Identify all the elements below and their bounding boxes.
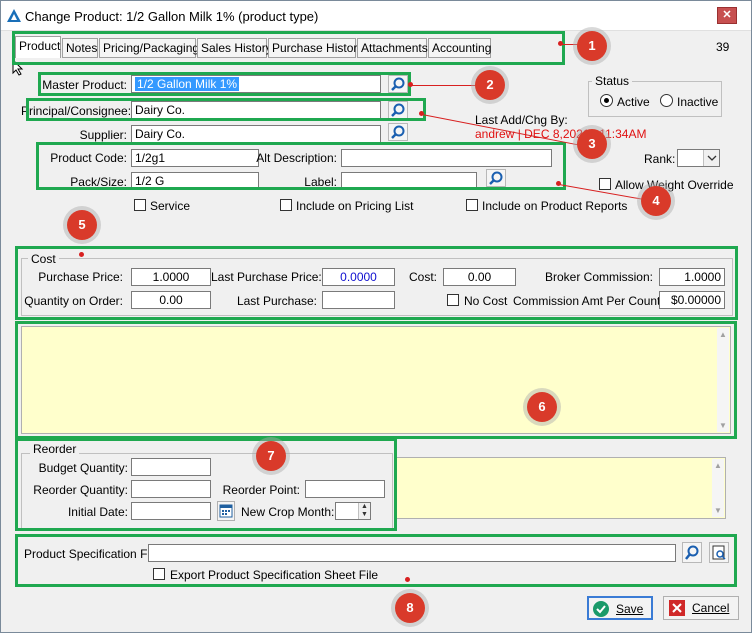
rank-label: Rank:	[644, 152, 676, 166]
highlight-reorder	[15, 438, 397, 531]
status-active-label: Active	[617, 95, 650, 109]
check-circle-icon	[593, 601, 609, 617]
badge-8: 8	[395, 593, 425, 623]
secondary-notes-textarea[interactable]: ▲ ▼	[396, 457, 726, 519]
rank-dropdown[interactable]	[677, 149, 720, 167]
status-active-radio[interactable]	[600, 94, 613, 107]
magnifier-icon	[391, 125, 405, 139]
status-inactive-radio[interactable]	[660, 94, 673, 107]
cancel-button[interactable]: Cancel	[663, 596, 739, 620]
status-inactive-label: Inactive	[677, 95, 719, 109]
include-pricing-checkbox[interactable]	[280, 199, 292, 211]
badge-4: 4	[641, 186, 671, 216]
close-button[interactable]: ✕	[717, 7, 737, 24]
dot-4	[556, 181, 561, 186]
include-reports-label: Include on Product Reports	[482, 199, 628, 213]
highlight-spec	[15, 534, 737, 587]
cancel-label: Cancel	[692, 601, 730, 615]
supplier-field[interactable]: Dairy Co.	[131, 125, 381, 143]
badge-7: 7	[256, 441, 286, 471]
dot-5	[79, 252, 84, 257]
dot-2	[408, 82, 413, 87]
chevron-down-icon	[703, 150, 719, 166]
badge-6: 6	[527, 392, 557, 422]
connector-2	[411, 85, 477, 86]
record-count: 39	[716, 40, 730, 54]
change-product-window: Change Product: 1/2 Gallon Milk 1% (prod…	[0, 0, 752, 633]
highlight-master-product	[38, 72, 411, 96]
dot-1	[558, 41, 563, 46]
highlight-tabs	[12, 31, 565, 65]
save-label: Save	[616, 602, 644, 616]
highlight-cost	[15, 246, 738, 320]
status-title: Status	[592, 74, 633, 88]
highlight-principal	[26, 98, 426, 121]
window-title: Change Product: 1/2 Gallon Milk 1% (prod…	[25, 9, 319, 24]
allow-weight-override-label: Allow Weight Override	[615, 178, 734, 192]
scroll-down-icon: ▼	[714, 506, 722, 515]
dot-3	[419, 111, 424, 116]
scroll-up-icon: ▲	[714, 461, 722, 470]
highlight-code-pack	[36, 142, 566, 190]
title-bar: Change Product: 1/2 Gallon Milk 1% (prod…	[1, 1, 751, 31]
allow-weight-override-checkbox[interactable]	[599, 178, 611, 190]
app-logo-icon	[7, 9, 21, 22]
highlight-notes	[15, 321, 737, 439]
service-checkbox[interactable]	[134, 199, 146, 211]
include-pricing-label: Include on Pricing List	[296, 199, 414, 213]
badge-2: 2	[475, 70, 505, 100]
close-icon	[669, 600, 685, 616]
supplier-search-button[interactable]	[388, 123, 408, 141]
badge-5: 5	[67, 210, 97, 240]
secondary-notes-scrollbar[interactable]: ▲ ▼	[712, 459, 724, 517]
include-reports-checkbox[interactable]	[466, 199, 478, 211]
save-button[interactable]: Save	[587, 596, 653, 620]
service-label: Service	[150, 199, 191, 213]
badge-1: 1	[577, 31, 607, 61]
dot-8	[405, 577, 410, 582]
badge-3: 3	[577, 129, 607, 159]
last-change-label: Last Add/Chg By:	[475, 113, 568, 127]
supplier-label: Supplier:	[79, 128, 127, 142]
